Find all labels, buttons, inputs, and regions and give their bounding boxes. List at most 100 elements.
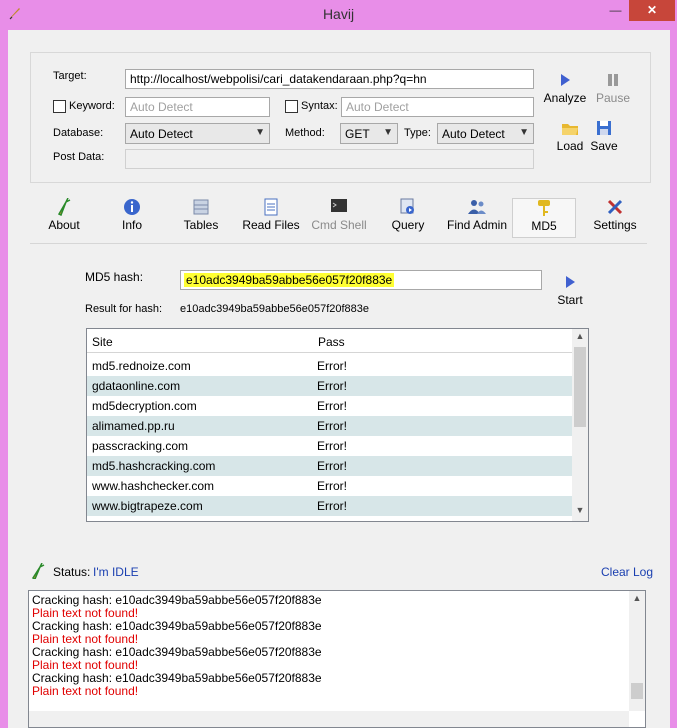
log-line: Cracking hash: e10adc3949ba59abbe56e057f… (32, 671, 322, 685)
log-line: Plain text not found! (32, 606, 139, 620)
log-line: Plain text not found! (32, 684, 139, 698)
client-area: Target: http://localhost/webpolisi/cari_… (8, 30, 670, 728)
list-item[interactable]: www.bigtrapeze.com Error! (87, 496, 573, 516)
chevron-down-icon: ▼ (255, 127, 265, 138)
key-icon (538, 200, 550, 216)
log-scrollbar[interactable]: ▲ (629, 591, 645, 711)
scroll-thumb[interactable] (574, 347, 586, 427)
scroll-up-icon[interactable]: ▲ (572, 331, 588, 341)
scroll-down-icon[interactable]: ▼ (572, 505, 588, 515)
list-item[interactable]: passcracking.com Error! (87, 436, 573, 456)
log-line: Cracking hash: e10adc3949ba59abbe56e057f… (32, 593, 322, 607)
document-icon (264, 198, 278, 216)
list-item[interactable]: alimamed.pp.ru Error! (87, 416, 573, 436)
tab-find-admin[interactable]: Find Admin (440, 198, 514, 238)
minimize-button[interactable]: — (602, 0, 629, 21)
syntax-input[interactable]: Auto Detect (341, 97, 534, 117)
users-icon (468, 200, 486, 214)
tab-tables[interactable]: Tables (169, 198, 233, 238)
keyword-label: Keyword: (69, 100, 115, 112)
tools-icon (607, 199, 623, 215)
carrot-icon (57, 198, 71, 216)
log-line: Plain text not found! (32, 632, 139, 646)
method-value: GET (345, 127, 370, 141)
terminal-icon (331, 199, 347, 212)
column-site[interactable]: Site (92, 335, 113, 349)
database-label: Database: (53, 127, 104, 139)
tab-md5[interactable]: MD5 (512, 198, 576, 238)
chevron-down-icon: ▼ (519, 127, 529, 138)
log-line: Cracking hash: e10adc3949ba59abbe56e057f… (32, 645, 322, 659)
list-item[interactable]: md5.rednoize.com Error! (87, 356, 573, 376)
md5-hash-value: e10adc3949ba59abbe56e057f20f883e (184, 273, 395, 287)
database-value: Auto Detect (130, 127, 193, 141)
md5-hash-input[interactable]: e10adc3949ba59abbe56e057f20f883e (180, 270, 542, 290)
pass-cell: Error! (317, 399, 347, 413)
save-button[interactable]: Save (588, 120, 620, 153)
site-cell: alimamed.pp.ru (92, 419, 175, 433)
site-cell: www.hashchecker.com (92, 479, 215, 493)
pass-cell: Error! (317, 379, 347, 393)
pass-cell: Error! (317, 479, 347, 493)
list-item[interactable]: md5decryption.com Error! (87, 396, 573, 416)
window-title: Havij (322, 6, 355, 22)
tab-read-files[interactable]: Read Files (238, 198, 304, 238)
status-label: Status: (53, 565, 91, 579)
column-pass[interactable]: Pass (318, 335, 345, 349)
pass-cell: Error! (317, 459, 347, 473)
tab-about[interactable]: About (32, 198, 96, 238)
title-bar[interactable]: Havij — ✕ (0, 0, 677, 30)
pass-cell: Error! (317, 419, 347, 433)
pass-cell: Error! (317, 499, 347, 513)
scroll-thumb[interactable] (631, 683, 643, 699)
play-icon (561, 74, 570, 86)
folder-icon (562, 124, 578, 135)
log-horizontal-scrollbar[interactable] (29, 711, 629, 727)
pause-icon (608, 74, 618, 86)
keyword-input[interactable]: Auto Detect (125, 97, 270, 117)
log-line: Cracking hash: e10adc3949ba59abbe56e057f… (32, 619, 322, 633)
site-cell: md5.rednoize.com (92, 359, 191, 373)
database-select[interactable]: Auto Detect ▼ (125, 123, 270, 144)
carrot-icon (31, 563, 45, 579)
type-value: Auto Detect (442, 127, 505, 141)
postdata-input[interactable] (125, 149, 534, 169)
syntax-label: Syntax: (301, 100, 338, 112)
pause-button[interactable]: Pause (593, 72, 633, 105)
info-icon (124, 199, 140, 215)
site-cell: gdataonline.com (92, 379, 181, 393)
havij-window: Havij — ✕ Target: http://localhost/webpo… (0, 0, 677, 728)
method-label: Method: (285, 127, 325, 139)
md5-hash-label: MD5 hash: (85, 270, 144, 284)
tab-query[interactable]: Query (376, 198, 440, 238)
result-value: e10adc3949ba59abbe56e057f20f883e (180, 303, 370, 315)
site-cell: md5decryption.com (92, 399, 197, 413)
list-item[interactable]: www.hashchecker.com Error! (87, 476, 573, 496)
list-scrollbar[interactable]: ▲ ▼ (572, 329, 588, 521)
scroll-up-icon[interactable]: ▲ (629, 593, 645, 603)
syntax-checkbox[interactable] (285, 100, 298, 113)
site-cell: passcracking.com (92, 439, 189, 453)
load-button[interactable]: Load (553, 120, 587, 153)
start-button[interactable]: Start (553, 274, 587, 307)
tab-settings[interactable]: Settings (583, 198, 647, 238)
tab-cmd-shell[interactable]: Cmd Shell (307, 198, 371, 238)
target-label: Target: (53, 70, 87, 82)
chevron-down-icon: ▼ (383, 127, 393, 138)
close-button[interactable]: ✕ (629, 0, 675, 21)
list-item[interactable]: md5.hashcracking.com Error! (87, 456, 573, 476)
method-select[interactable]: GET ▼ (340, 123, 398, 144)
analyze-button[interactable]: Analyze (542, 72, 588, 105)
target-input[interactable]: http://localhost/webpolisi/cari_datakend… (125, 69, 534, 89)
postdata-label: Post Data: (53, 151, 105, 163)
keyword-checkbox[interactable] (53, 100, 66, 113)
results-list[interactable]: Site Pass md5.rednoize.com Error! gdataon… (86, 328, 589, 522)
log-output[interactable]: Cracking hash: e10adc3949ba59abbe56e057f… (28, 590, 646, 728)
play-icon (566, 276, 575, 288)
type-select[interactable]: Auto Detect ▼ (437, 123, 534, 144)
tab-info[interactable]: Info (100, 198, 164, 238)
list-item[interactable]: gdataonline.com Error! (87, 376, 573, 396)
list-header: Site Pass (87, 329, 573, 353)
result-label: Result for hash: (85, 303, 163, 315)
clear-log-link[interactable]: Clear Log (601, 565, 653, 579)
